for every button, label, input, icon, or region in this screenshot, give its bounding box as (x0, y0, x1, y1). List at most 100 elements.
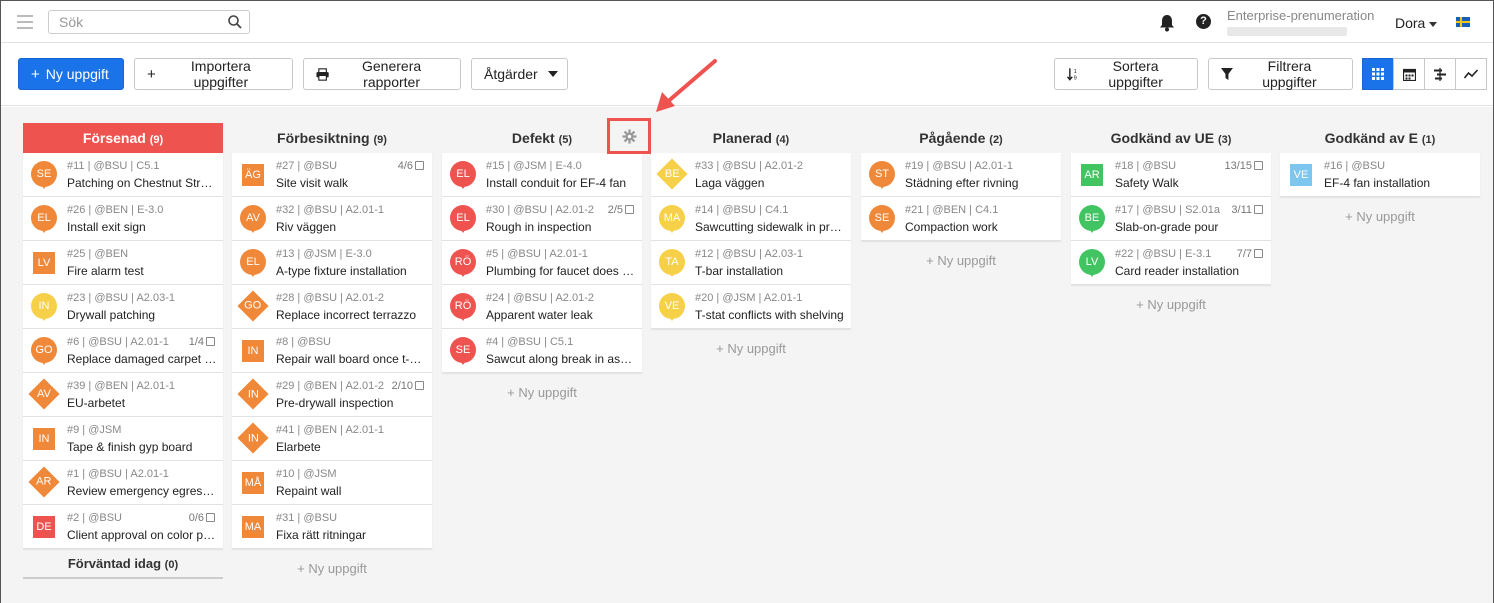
task-card[interactable]: IN #29 | @BEN | A2.01-2 Pre-drywall inspec… (232, 373, 432, 417)
task-title: Tape & finish gyp board (67, 440, 193, 454)
task-card[interactable]: MA #14 | @BSU | C4.1 Sawcutting sidewalk i… (651, 197, 851, 241)
filter-tasks-button[interactable]: Filtrera uppgifter (1208, 58, 1353, 90)
chart-view-button[interactable] (1455, 58, 1487, 90)
search-box[interactable] (48, 10, 250, 34)
task-meta: #12 | @BSU | A2.03-1 (695, 248, 803, 260)
kanban-board: Försenad (9) SE #11 | @BSU | C5.1 Patching … (1, 107, 1493, 603)
assignee-badge: MA (242, 516, 264, 538)
sort-tasks-button[interactable]: 1 9 Sortera uppgifter (1054, 58, 1198, 90)
assignee-badge: RÖ (450, 293, 476, 321)
task-card[interactable]: VE #20 | @JSM | A2.01-1 T-stat conflicts w… (651, 285, 851, 329)
column-settings-highlight (607, 118, 651, 154)
task-meta: #13 | @JSM | E-3.0 (276, 248, 372, 260)
column-header[interactable]: Planerad (4) (651, 123, 851, 153)
assignee-badge: SE (869, 205, 895, 233)
help-icon[interactable]: ? (1196, 14, 1211, 29)
add-task-link[interactable]: + Ny uppgift (1280, 197, 1480, 224)
task-title: Apparent water leak (486, 308, 593, 322)
search-input[interactable] (49, 11, 219, 33)
task-card[interactable]: TA #12 | @BSU | A2.03-1 T-bar installation (651, 241, 851, 285)
task-card[interactable]: EL #30 | @BSU | A2.01-2 Rough in inspectio… (442, 197, 642, 241)
user-menu[interactable]: Dora (1395, 15, 1438, 31)
column-title: Godkänd av E (1324, 130, 1418, 146)
task-card[interactable]: DE #2 | @BSU Client approval on color pale… (23, 505, 223, 549)
add-task-link[interactable]: + Ny uppgift (651, 329, 851, 356)
progress-text: 1/4 (188, 336, 204, 348)
task-card[interactable]: SE #11 | @BSU | C5.1 Patching on Chestnut … (23, 153, 223, 197)
task-meta: #4 | @BSU | C5.1 (486, 336, 574, 348)
add-task-link[interactable]: + Ny uppgift (232, 549, 432, 576)
task-card[interactable]: EL #26 | @BEN | E-3.0 Install exit sign (23, 197, 223, 241)
task-card[interactable]: LV #25 | @BEN Fire alarm test (23, 241, 223, 285)
task-title: T-bar installation (695, 264, 784, 278)
task-card[interactable]: VE #16 | @BSU EF-4 fan installation (1280, 153, 1480, 197)
task-card[interactable]: GO #6 | @BSU | A2.01-1 Replace damaged car… (23, 329, 223, 373)
gear-icon[interactable] (621, 128, 637, 144)
column-header[interactable]: Pågående (2) (861, 123, 1061, 153)
task-card[interactable]: RÖ #5 | @BSU | A2.01-1 Plumbing for faucet… (442, 241, 642, 285)
task-card[interactable]: EL #15 | @JSM | E-4.0 Install conduit for … (442, 153, 642, 197)
task-title: Pre-drywall inspection (276, 396, 394, 410)
actions-dropdown[interactable]: Åtgärder (471, 58, 568, 90)
task-card[interactable]: RÖ #24 | @BSU | A2.01-2 Apparent water lea… (442, 285, 642, 329)
board-column: Godkänd av E (1) VE #16 | @BSU EF-4 fan ins… (1280, 123, 1480, 224)
task-title: EF-4 fan installation (1324, 176, 1431, 190)
task-card[interactable]: ÄG #27 | @BSU Site visit walk 4/6 (232, 153, 432, 197)
add-task-link[interactable]: + Ny uppgift (1071, 285, 1271, 312)
task-card[interactable]: AV #32 | @BSU | A2.01-1 Riv väggen (232, 197, 432, 241)
task-card[interactable]: LV #22 | @BSU | E-3.1 Card reader installa… (1071, 241, 1271, 285)
task-card[interactable]: AR #18 | @BSU Safety Walk 13/15 (1071, 153, 1271, 197)
task-card[interactable]: BE #17 | @BSU | S2.01a Slab-on-grade pour 3… (1071, 197, 1271, 241)
gantt-view-button[interactable] (1424, 58, 1456, 90)
progress-text: 2/10 (391, 380, 413, 392)
column-count: (1) (1421, 134, 1436, 146)
column-header[interactable]: Förbesiktning (9) (232, 123, 432, 153)
hamburger-menu-icon[interactable] (17, 15, 33, 29)
task-card[interactable]: GO #28 | @BSU | A2.01-2 Replace incorrect … (232, 285, 432, 329)
task-card[interactable]: EL #13 | @JSM | E-3.0 A-type fixture insta… (232, 241, 432, 285)
calendar-view-button[interactable] (1393, 58, 1425, 90)
search-icon[interactable] (227, 14, 243, 30)
board-view-button[interactable] (1362, 58, 1394, 90)
task-card[interactable]: ST #19 | @BSU | A2.01-1 Städning efter riv… (861, 153, 1061, 197)
task-card[interactable]: SE #4 | @BSU | C5.1 Sawcut along break in … (442, 329, 642, 373)
assignee-badge: AV (240, 205, 266, 233)
column-header[interactable]: Försenad (9) (23, 123, 223, 153)
new-task-button[interactable]: + Ny uppgift (18, 58, 124, 90)
column-count: (9) (149, 134, 164, 146)
assignee-badge: AR (28, 466, 60, 498)
swedish-flag-icon[interactable] (1456, 17, 1470, 27)
add-task-link[interactable]: + Ny uppgift (861, 241, 1061, 268)
assignee-badge: BE (656, 158, 688, 190)
task-card[interactable]: BE #33 | @BSU | A2.01-2 Laga väggen (651, 153, 851, 197)
task-card[interactable]: MÅ #10 | @JSM Repaint wall (232, 461, 432, 505)
task-card[interactable]: IN #8 | @BSU Repair wall board once t-stat… (232, 329, 432, 373)
task-card[interactable]: AR #1 | @BSU | A2.01-1 Review emergency eg… (23, 461, 223, 505)
line-chart-icon (1464, 69, 1478, 79)
assignee-badge: VE (1290, 164, 1312, 186)
task-card[interactable]: IN #23 | @BSU | A2.03-1 Drywall patching (23, 285, 223, 329)
task-meta: #6 | @BSU | A2.01-1 (67, 336, 169, 348)
checkbox-icon (625, 205, 634, 214)
generate-reports-button[interactable]: Generera rapporter (303, 58, 461, 90)
task-title: Sawcut along break in asphalt (486, 352, 636, 366)
task-title: Site visit walk (276, 176, 349, 190)
checkbox-icon (415, 161, 424, 170)
task-card[interactable]: IN #41 | @BEN | A2.01-1 Elarbete (232, 417, 432, 461)
notification-bell-icon[interactable] (1159, 14, 1175, 32)
column-header[interactable]: Godkänd av UE (3) (1071, 123, 1271, 153)
import-tasks-button[interactable]: + Importera uppgifter (134, 58, 293, 90)
task-meta: #26 | @BEN | E-3.0 (67, 204, 164, 216)
board-column: Försenad (9) SE #11 | @BSU | C5.1 Patching … (23, 123, 223, 579)
task-card[interactable]: IN #9 | @JSM Tape & finish gyp board (23, 417, 223, 461)
assignee-badge: DE (33, 516, 55, 538)
expected-today-header[interactable]: Förväntad idag (0) (23, 549, 223, 579)
column-header[interactable]: Godkänd av E (1) (1280, 123, 1480, 153)
task-card[interactable]: SE #21 | @BEN | C4.1 Compaction work (861, 197, 1061, 241)
task-card[interactable]: AV #39 | @BEN | A2.01-1 EU-arbetet (23, 373, 223, 417)
add-task-link[interactable]: + Ny uppgift (442, 373, 642, 400)
task-meta: #2 | @BSU (67, 512, 122, 524)
task-meta: #11 | @BSU | C5.1 (67, 160, 160, 172)
task-meta: #27 | @BSU (276, 160, 338, 172)
task-card[interactable]: MA #31 | @BSU Fixa rätt ritningar (232, 505, 432, 549)
